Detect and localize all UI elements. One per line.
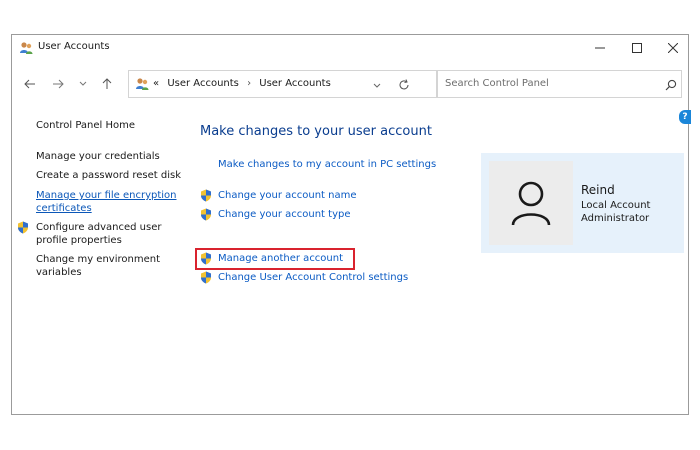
nav-configure-advanced-profile-line2[interactable]: profile properties xyxy=(36,235,122,247)
users-icon xyxy=(136,78,149,90)
nav-manage-credentials[interactable]: Manage your credentials xyxy=(36,151,160,163)
uac-shield-icon xyxy=(201,271,211,284)
uac-shield-icon xyxy=(201,208,211,221)
breadcrumb: « User Accounts › User Accounts xyxy=(153,78,331,89)
window-title: User Accounts xyxy=(38,41,110,52)
uac-shield-icon xyxy=(201,189,211,202)
breadcrumb-item[interactable]: User Accounts xyxy=(167,78,239,89)
navigation-bar: « User Accounts › User Accounts Search C… xyxy=(12,69,688,99)
recent-locations-button[interactable] xyxy=(74,75,92,93)
user-account-card: Reind Local Account Administrator xyxy=(481,153,684,253)
breadcrumb-separator-icon: › xyxy=(247,78,252,89)
minimize-icon xyxy=(595,47,605,49)
change-account-name-link[interactable]: Change your account name xyxy=(218,190,357,201)
title-bar: User Accounts xyxy=(12,35,688,61)
user-name: Reind xyxy=(581,183,615,197)
pc-settings-link[interactable]: Make changes to my account in PC setting… xyxy=(218,159,436,170)
uac-shield-icon xyxy=(201,252,211,265)
nav-change-environment-variables[interactable]: Change my environment xyxy=(36,254,160,266)
nav-control-panel-home[interactable]: Control Panel Home xyxy=(36,120,135,132)
arrow-up-icon xyxy=(102,78,112,89)
nav-configure-advanced-profile[interactable]: Configure advanced user xyxy=(36,222,162,234)
change-uac-settings-link[interactable]: Change User Account Control settings xyxy=(218,272,408,283)
user-account-type: Local Account xyxy=(581,200,651,211)
help-icon[interactable]: ? xyxy=(679,110,691,124)
person-icon xyxy=(511,181,551,226)
up-button[interactable] xyxy=(98,75,116,93)
chevron-down-icon[interactable] xyxy=(370,78,384,92)
manage-another-account-link[interactable]: Manage another account xyxy=(218,253,343,264)
arrow-left-icon xyxy=(24,79,35,89)
chevron-down-icon xyxy=(79,81,87,86)
close-icon xyxy=(668,43,678,53)
breadcrumb-overflow[interactable]: « xyxy=(153,78,159,89)
maximize-icon xyxy=(632,43,642,53)
refresh-icon[interactable] xyxy=(396,77,412,93)
uac-shield-icon xyxy=(18,221,28,234)
nav-manage-file-encryption-line2[interactable]: certificates xyxy=(36,203,92,215)
forward-button[interactable] xyxy=(49,75,67,93)
arrow-right-icon xyxy=(53,79,64,89)
avatar xyxy=(489,161,573,245)
back-button[interactable] xyxy=(21,75,39,93)
minimize-button[interactable] xyxy=(582,35,618,61)
address-bar[interactable]: « User Accounts › User Accounts xyxy=(128,70,437,98)
nav-manage-file-encryption[interactable]: Manage your file encryption xyxy=(36,190,177,202)
nav-create-password-reset-disk[interactable]: Create a password reset disk xyxy=(36,170,181,182)
search-input[interactable]: Search Control Panel xyxy=(445,78,549,89)
user-role: Administrator xyxy=(581,213,650,224)
maximize-button[interactable] xyxy=(619,35,655,61)
users-icon xyxy=(20,42,33,54)
breadcrumb-item[interactable]: User Accounts xyxy=(259,78,331,89)
change-account-type-link[interactable]: Change your account type xyxy=(218,209,351,220)
page-title: Make changes to your user account xyxy=(200,124,432,139)
nav-change-environment-variables-line2[interactable]: variables xyxy=(36,267,82,279)
search-icon[interactable] xyxy=(664,78,678,92)
close-button[interactable] xyxy=(655,35,691,61)
search-box[interactable]: Search Control Panel xyxy=(437,70,682,98)
